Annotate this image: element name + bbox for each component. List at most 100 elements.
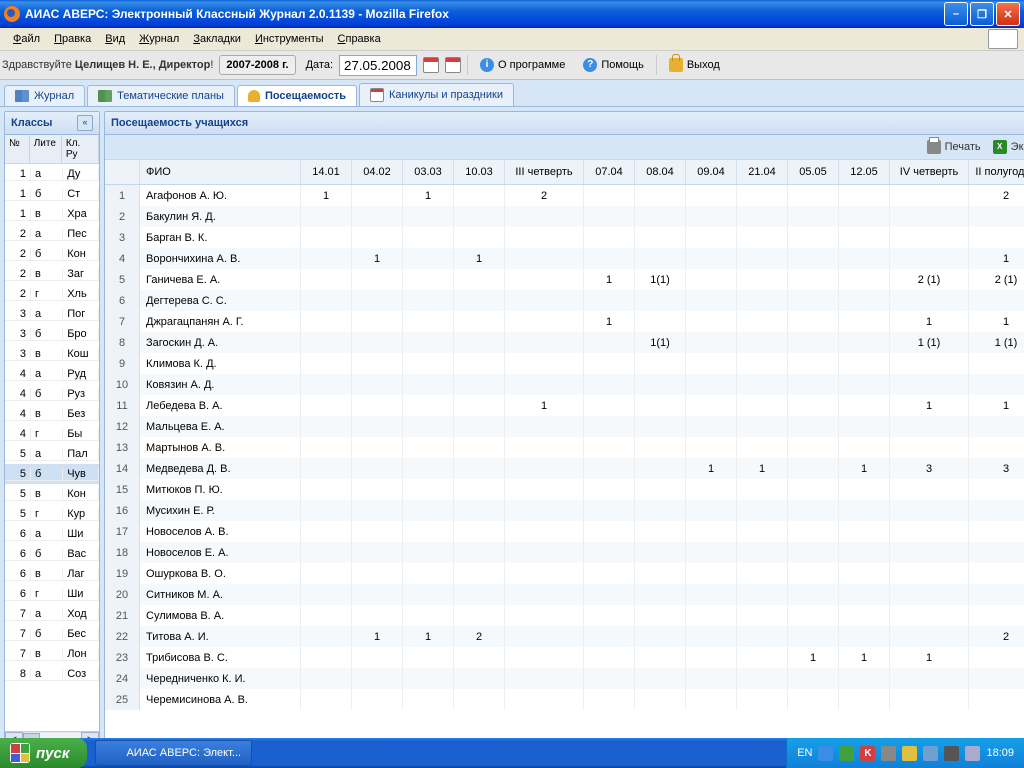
col-07-04[interactable]: 07.04: [584, 160, 635, 184]
tab-attendance[interactable]: Посещаемость: [237, 85, 357, 106]
date-input[interactable]: [339, 55, 417, 76]
col-litera[interactable]: Лите: [30, 135, 62, 163]
exit-button[interactable]: Выход: [663, 56, 726, 74]
class-row[interactable]: 1вХра: [5, 204, 99, 224]
student-row[interactable]: 16Мусихин Е. Р.: [105, 500, 1024, 521]
menu-file[interactable]: Файл: [6, 31, 47, 47]
student-row[interactable]: 6Дегтерева С. С.: [105, 290, 1024, 311]
export-button[interactable]: XЭкспорт: [993, 140, 1024, 154]
col-12-05[interactable]: 12.05: [839, 160, 890, 184]
col-q3[interactable]: III четверть: [505, 160, 584, 184]
student-row[interactable]: 5Ганичева Е. А.11(1)2 (1)2 (1): [105, 269, 1024, 290]
class-row[interactable]: 6аШи: [5, 524, 99, 544]
taskbar-item-firefox[interactable]: АИАС АВЕРС: Элект...: [95, 740, 252, 766]
student-row[interactable]: 25Черемисинова А. В.: [105, 689, 1024, 710]
class-row[interactable]: 5аПал: [5, 444, 99, 464]
class-row[interactable]: 2бКон: [5, 244, 99, 264]
tray-sound-icon[interactable]: [944, 746, 959, 761]
class-row[interactable]: 4аРуд: [5, 364, 99, 384]
class-row[interactable]: 2гХль: [5, 284, 99, 304]
col-fio[interactable]: ФИО: [140, 160, 301, 184]
menu-bookmarks[interactable]: Закладки: [186, 31, 248, 47]
student-row[interactable]: 7Джрагацпанян А. Г.111: [105, 311, 1024, 332]
menu-tools[interactable]: Инструменты: [248, 31, 331, 47]
clock[interactable]: 18:09: [986, 747, 1014, 759]
student-row[interactable]: 3Барган В. К.: [105, 227, 1024, 248]
tab-journal[interactable]: Журнал: [4, 85, 85, 106]
calendar-alt-icon[interactable]: [445, 57, 461, 73]
col-05-05[interactable]: 05.05: [788, 160, 839, 184]
col-09-04[interactable]: 09.04: [686, 160, 737, 184]
about-button[interactable]: iО программе: [474, 56, 571, 74]
tray-monitor-icon[interactable]: [923, 746, 938, 761]
school-year[interactable]: 2007-2008 г.: [219, 55, 295, 75]
tray-kaspersky-icon[interactable]: K: [860, 746, 875, 761]
language-indicator[interactable]: EN: [797, 747, 812, 759]
col-ruk[interactable]: Кл. Ру: [62, 135, 99, 163]
class-row[interactable]: 3аПог: [5, 304, 99, 324]
class-row[interactable]: 7бБес: [5, 624, 99, 644]
student-row[interactable]: 20Ситников М. А.: [105, 584, 1024, 605]
class-row[interactable]: 1бСт: [5, 184, 99, 204]
student-row[interactable]: 12Мальцева Е. А.: [105, 416, 1024, 437]
minimize-button[interactable]: –: [944, 2, 968, 26]
help-button[interactable]: ?Помощь: [577, 56, 650, 74]
student-row[interactable]: 11Лебедева В. А.111: [105, 395, 1024, 416]
class-row[interactable]: 7аХод: [5, 604, 99, 624]
tray-shield-icon[interactable]: [839, 746, 854, 761]
student-row[interactable]: 2Бакулин Я. Д.: [105, 206, 1024, 227]
classes-list[interactable]: 1аДу1бСт1вХра2аПес2бКон2вЗаг2гХль3аПог3б…: [5, 164, 99, 731]
student-row[interactable]: 22Титова А. И.1122: [105, 626, 1024, 647]
col-q4[interactable]: IV четверть: [890, 160, 969, 184]
student-row[interactable]: 13Мартынов А. В.: [105, 437, 1024, 458]
class-row[interactable]: 6вЛаг: [5, 564, 99, 584]
print-button[interactable]: Печать: [927, 140, 981, 154]
class-row[interactable]: 2вЗаг: [5, 264, 99, 284]
collapse-left-button[interactable]: «: [77, 115, 93, 131]
col-03-03[interactable]: 03.03: [403, 160, 454, 184]
class-row[interactable]: 5вКон: [5, 484, 99, 504]
tray-msn-icon[interactable]: [818, 746, 833, 761]
student-row[interactable]: 19Ошуркова В. О.: [105, 563, 1024, 584]
menu-view[interactable]: Вид: [98, 31, 132, 47]
student-row[interactable]: 18Новоселов Е. А.: [105, 542, 1024, 563]
col-14-01[interactable]: 14.01: [301, 160, 352, 184]
class-row[interactable]: 2аПес: [5, 224, 99, 244]
tab-holidays[interactable]: Каникулы и праздники: [359, 83, 514, 106]
col-08-04[interactable]: 08.04: [635, 160, 686, 184]
grid-body[interactable]: 1Агафонов А. Ю.11222Бакулин Я. Д.3Барган…: [105, 185, 1024, 748]
student-row[interactable]: 21Сулимова В. А.: [105, 605, 1024, 626]
class-row[interactable]: 4бРуз: [5, 384, 99, 404]
class-row[interactable]: 3бБро: [5, 324, 99, 344]
menu-edit[interactable]: Правка: [47, 31, 98, 47]
class-row[interactable]: 4гБы: [5, 424, 99, 444]
student-row[interactable]: 15Митюков П. Ю.: [105, 479, 1024, 500]
class-row[interactable]: 5гКур: [5, 504, 99, 524]
col-no[interactable]: №: [5, 135, 30, 163]
col-04-02[interactable]: 04.02: [352, 160, 403, 184]
class-row[interactable]: 1аДу: [5, 164, 99, 184]
col-h2[interactable]: II полугодие: [969, 160, 1024, 184]
col-10-03[interactable]: 10.03: [454, 160, 505, 184]
class-row[interactable]: 4вБез: [5, 404, 99, 424]
student-row[interactable]: 24Чередниченко К. И.: [105, 668, 1024, 689]
col-21-04[interactable]: 21.04: [737, 160, 788, 184]
tab-plans[interactable]: Тематические планы: [87, 85, 235, 106]
menu-journal[interactable]: Журнал: [132, 31, 186, 47]
tray-volume-icon[interactable]: [902, 746, 917, 761]
student-row[interactable]: 14Медведева Д. В.11133: [105, 458, 1024, 479]
student-row[interactable]: 23Трибисова В. С.111: [105, 647, 1024, 668]
class-row[interactable]: 5бЧув: [5, 464, 99, 484]
class-row[interactable]: 6бВас: [5, 544, 99, 564]
class-row[interactable]: 7вЛон: [5, 644, 99, 664]
student-row[interactable]: 8Загоскин Д. А.1(1)1 (1)1 (1): [105, 332, 1024, 353]
class-row[interactable]: 6гШи: [5, 584, 99, 604]
start-button[interactable]: пуск: [0, 738, 87, 768]
class-row[interactable]: 3вКош: [5, 344, 99, 364]
class-row[interactable]: 8аСоз: [5, 664, 99, 684]
tray-misc-icon[interactable]: [965, 746, 980, 761]
student-row[interactable]: 9Климова К. Д.: [105, 353, 1024, 374]
close-button[interactable]: ✕: [996, 2, 1020, 26]
student-row[interactable]: 17Новоселов А. В.: [105, 521, 1024, 542]
student-row[interactable]: 1Агафонов А. Ю.1122: [105, 185, 1024, 206]
